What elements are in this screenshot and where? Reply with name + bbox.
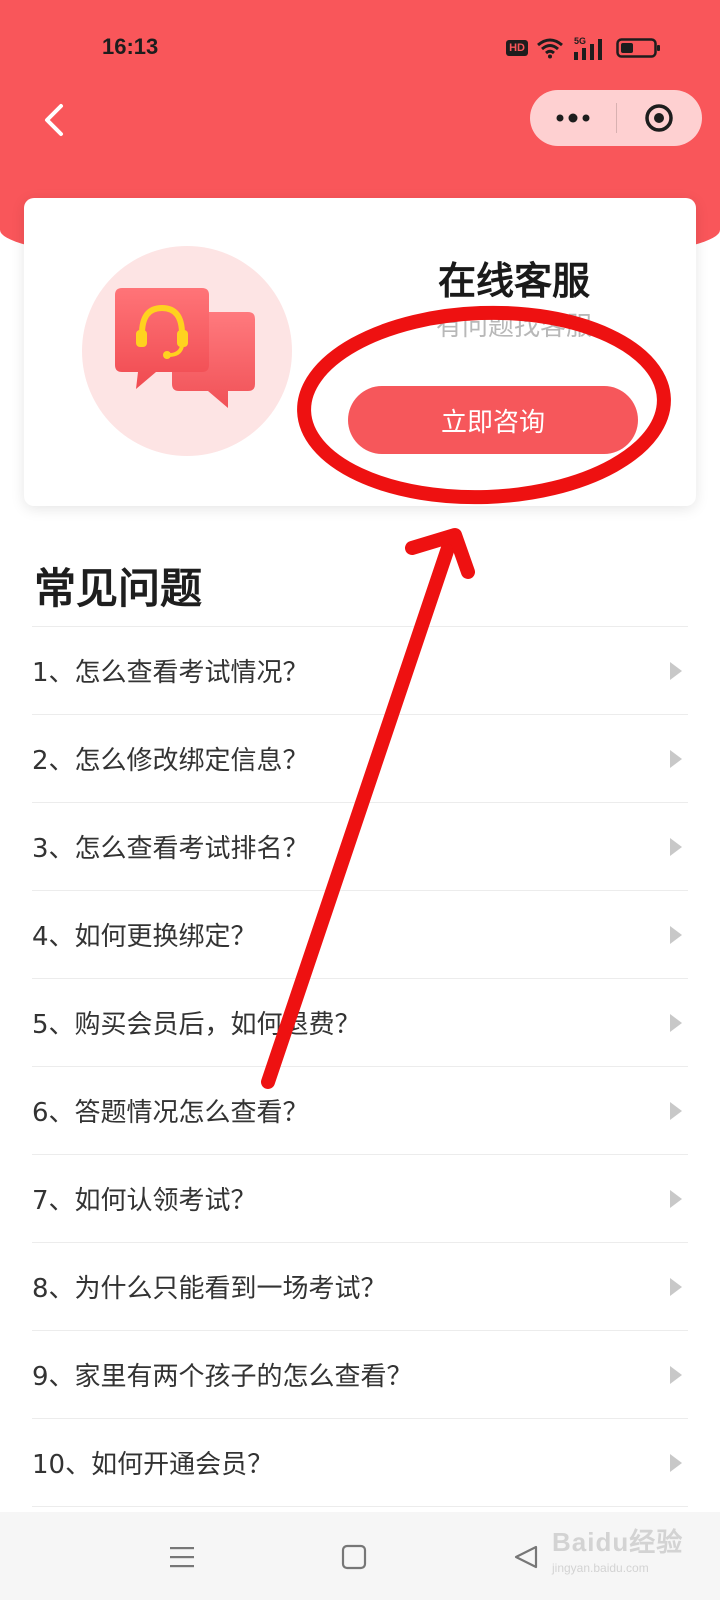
chevron-right-icon <box>670 1101 682 1120</box>
faq-item-label: 8、为什么只能看到一场考试？ <box>32 1274 387 1304</box>
faq-item[interactable]: 10、如何开通会员？ <box>32 1419 688 1507</box>
chevron-right-icon <box>670 1277 682 1296</box>
back-button[interactable] <box>32 96 76 144</box>
hd-icon: HD <box>506 40 528 56</box>
chevron-left-icon <box>45 104 63 136</box>
faq-item-label: 10、如何开通会员？ <box>32 1450 274 1480</box>
recent-apps-button[interactable] <box>157 1532 207 1582</box>
home-button[interactable] <box>329 1532 379 1582</box>
faq-item[interactable]: 6、答题情况怎么查看？ <box>32 1067 688 1155</box>
battery-icon <box>616 38 660 58</box>
faq-item-label: 3、怎么查看考试排名？ <box>32 834 309 864</box>
status-time: 16:13 <box>102 34 159 59</box>
faq-item-label: 1、怎么查看考试情况？ <box>32 658 309 688</box>
baidu-watermark: Baidu经验 jingyan.baidu.com <box>552 1522 702 1592</box>
faq-item-label: 4、如何更换绑定？ <box>32 922 257 952</box>
faq-item[interactable]: 2、怎么修改绑定信息？ <box>32 715 688 803</box>
back-nav-button[interactable] <box>501 1532 551 1582</box>
watermark-main: Baidu经验 <box>552 1527 684 1557</box>
faq-item[interactable]: 5、购买会员后，如何退费？ <box>32 979 688 1067</box>
faq-heading: 常见问题 <box>34 564 203 613</box>
service-title: 在线客服 <box>437 259 590 303</box>
faq-item-label: 5、购买会员后，如何退费？ <box>32 1010 361 1040</box>
chevron-right-icon <box>670 925 682 944</box>
navigation-bar <box>0 90 720 150</box>
chevron-right-icon <box>670 1013 682 1032</box>
service-subtitle: 有问题找客服 <box>435 312 592 342</box>
faq-item-label: 2、怎么修改绑定信息？ <box>32 746 309 776</box>
home-square-icon <box>341 1544 367 1570</box>
faq-item-label: 9、家里有两个孩子的怎么查看？ <box>32 1362 413 1392</box>
faq-item-label: 7、如何认领考试？ <box>32 1186 257 1216</box>
chevron-right-icon <box>670 1453 682 1472</box>
watermark-sub: jingyan.baidu.com <box>552 1561 649 1575</box>
signal-5g-icon: 5G <box>574 36 602 60</box>
faq-item[interactable]: 1、怎么查看考试情况？ <box>32 627 688 715</box>
wifi-icon <box>537 38 563 59</box>
more-dots-icon <box>556 113 590 123</box>
faq-item[interactable]: 9、家里有两个孩子的怎么查看？ <box>32 1331 688 1419</box>
chevron-right-icon <box>670 749 682 768</box>
chevron-right-icon <box>670 661 682 680</box>
chevron-right-icon <box>670 1365 682 1384</box>
status-icons: HD 5G <box>506 34 662 62</box>
faq-item[interactable]: 4、如何更换绑定？ <box>32 891 688 979</box>
faq-item[interactable]: 7、如何认领考试？ <box>32 1155 688 1243</box>
faq-list: 1、怎么查看考试情况？ 2、怎么修改绑定信息？ 3、怎么查看考试排名？ 4、如何… <box>32 626 688 1507</box>
close-mini-program-button[interactable] <box>617 90 703 146</box>
target-close-icon <box>645 104 673 132</box>
network-label: 5G <box>574 36 586 46</box>
chevron-right-icon <box>670 1189 682 1208</box>
consult-now-button[interactable]: 立即咨询 <box>348 386 638 454</box>
mini-program-capsule <box>530 90 702 146</box>
faq-item[interactable]: 3、怎么查看考试排名？ <box>32 803 688 891</box>
faq-item[interactable]: 8、为什么只能看到一场考试？ <box>32 1243 688 1331</box>
back-triangle-icon <box>514 1545 538 1569</box>
customer-service-card: 在线客服 有问题找客服 立即咨询 <box>24 198 696 506</box>
status-bar: 16:13 HD 5G <box>0 0 720 90</box>
faq-item-label: 6、答题情况怎么查看？ <box>32 1098 309 1128</box>
more-button[interactable] <box>530 90 616 146</box>
headset-chat-icon <box>115 288 255 408</box>
annotation-arrow-head <box>405 528 475 579</box>
service-avatar <box>82 246 292 456</box>
chevron-right-icon <box>670 837 682 856</box>
menu-icon <box>170 1547 194 1568</box>
